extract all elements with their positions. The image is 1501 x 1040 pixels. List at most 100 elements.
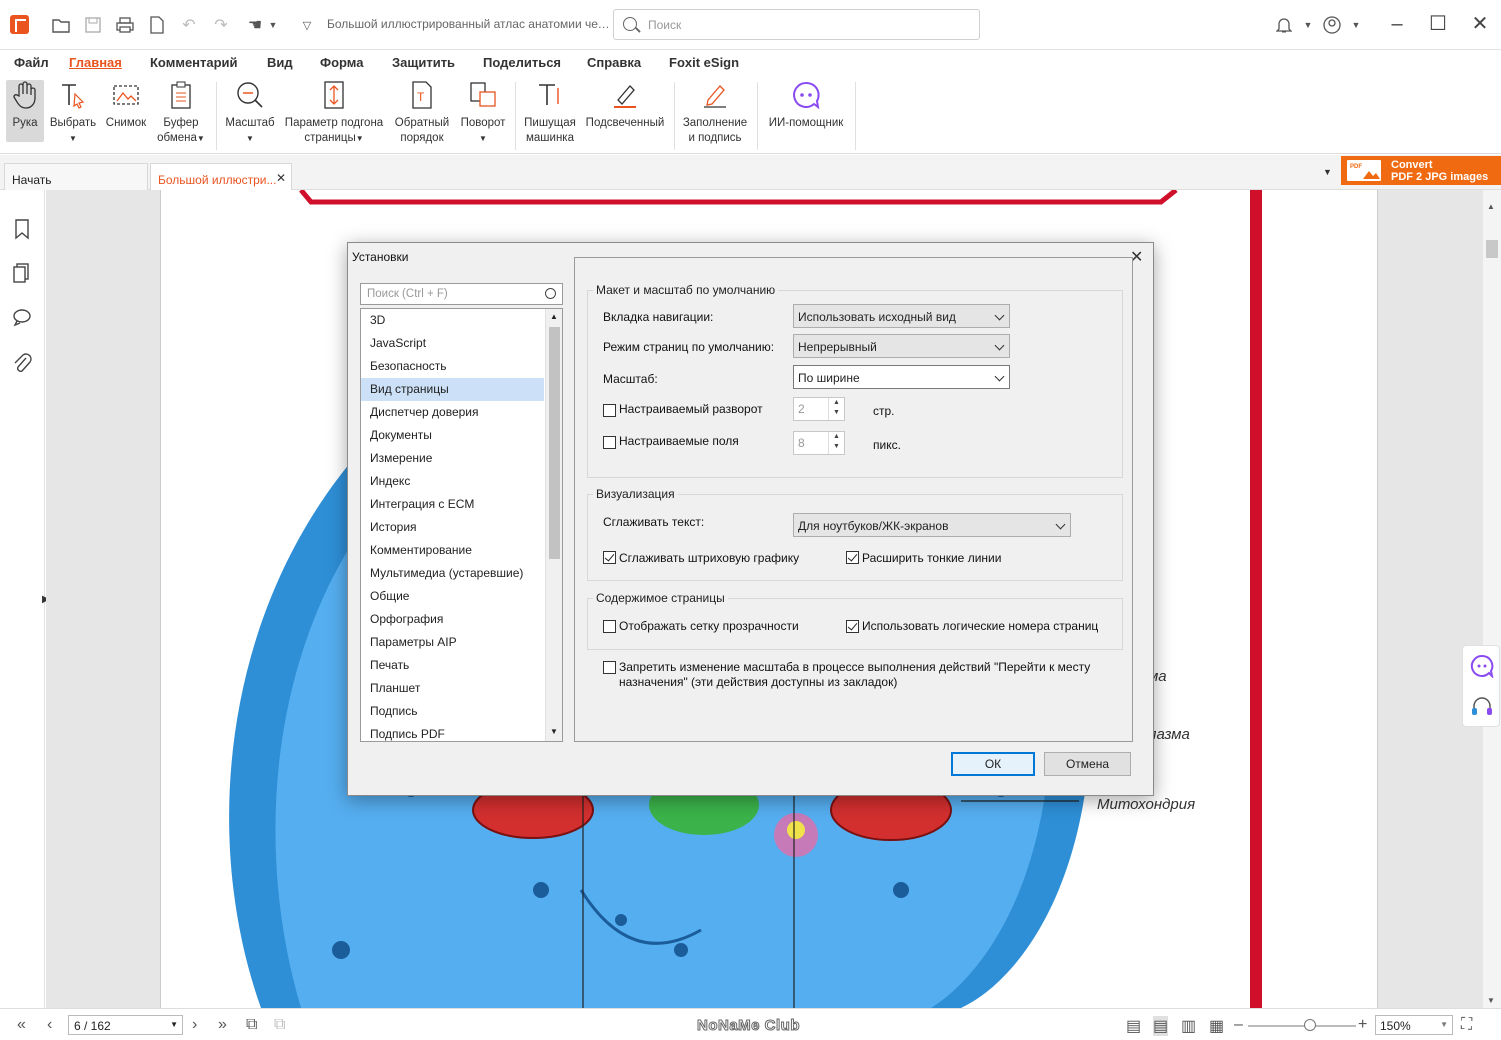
first-page-icon[interactable]: « — [17, 1016, 26, 1034]
scroll-up-arrow-icon[interactable]: ▲ — [1487, 202, 1495, 211]
search-input[interactable]: Поиск — [613, 9, 980, 40]
fullscreen-icon[interactable]: ⛶ — [1461, 1016, 1472, 1034]
chevron-down-icon[interactable]: ▼ — [1345, 14, 1367, 36]
category-scrollbar[interactable]: ▲ ▼ — [545, 309, 562, 741]
category-item[interactable]: Подпись — [361, 700, 544, 723]
smooth-text-select[interactable]: Для ноутбуков/ЖК-экранов — [793, 513, 1071, 537]
stepper-arrows[interactable]: ▲ ▼ — [828, 432, 844, 454]
last-page-icon[interactable]: » — [218, 1016, 227, 1034]
maximize-button[interactable]: ☐ — [1426, 12, 1450, 36]
category-item[interactable]: Безопасность — [361, 355, 544, 378]
category-list[interactable]: 3D JavaScript Безопасность Вид страницы Дисп… — [360, 308, 563, 742]
tabs-overflow-chevron-icon[interactable]: ▼ — [1323, 167, 1332, 177]
menu-help[interactable]: Справка — [587, 55, 641, 70]
highlight-button[interactable]: Подсвеченный — [583, 80, 667, 131]
menu-file[interactable]: Файл — [14, 55, 49, 70]
menu-foxit-esign[interactable]: Foxit eSign — [669, 55, 739, 70]
next-page-icon[interactable]: › — [192, 1016, 197, 1034]
category-item[interactable]: Мультимедиа (устаревшие) — [361, 562, 544, 585]
typewriter-button[interactable]: Пишущая машинка — [522, 80, 578, 146]
category-item[interactable]: Планшет — [361, 677, 544, 700]
page-number-input[interactable]: 6 / 162 ▼ — [68, 1015, 183, 1035]
transparency-grid-checkbox[interactable] — [603, 620, 616, 633]
tab-start[interactable]: Начать — [4, 163, 148, 190]
logical-page-numbers-checkbox[interactable] — [846, 620, 859, 633]
rotate-button[interactable]: Поворот ▼ — [457, 80, 509, 146]
customize-toolbar-icon[interactable]: ▽ — [296, 14, 318, 36]
single-page-view-icon[interactable]: ▤ — [1126, 1016, 1141, 1036]
continuous-view-icon[interactable]: ▤ — [1153, 1016, 1169, 1036]
category-item[interactable]: История — [361, 516, 544, 539]
category-item[interactable]: Орфография — [361, 608, 544, 631]
menu-view[interactable]: Вид — [267, 55, 293, 70]
open-folder-icon[interactable] — [50, 14, 72, 36]
fit-page-button[interactable]: Параметр подгона страницы▼ — [282, 80, 386, 146]
clipboard-button[interactable]: Буфер обмена▼ — [155, 80, 207, 146]
zoom-in-icon[interactable]: + — [1358, 1016, 1367, 1034]
cancel-button[interactable]: Отмена — [1044, 752, 1131, 776]
continuous-facing-view-icon[interactable]: ▦ — [1209, 1016, 1224, 1036]
scrollbar-thumb[interactable] — [1486, 240, 1498, 258]
smooth-line-art-checkbox[interactable] — [603, 551, 616, 564]
minimize-button[interactable]: – — [1385, 12, 1409, 36]
zoom-out-icon[interactable]: – — [1234, 1016, 1243, 1034]
category-item[interactable]: 3D — [361, 309, 544, 332]
zoom-select[interactable]: По ширине — [793, 365, 1010, 389]
enhance-thin-lines-checkbox[interactable] — [846, 551, 859, 564]
category-item[interactable]: Интеграция с ECM — [361, 493, 544, 516]
account-icon[interactable] — [1321, 14, 1343, 36]
menu-share[interactable]: Поделиться — [483, 55, 561, 70]
custom-margins-checkbox[interactable] — [603, 436, 616, 449]
category-item[interactable]: Документы — [361, 424, 544, 447]
save-icon[interactable] — [82, 14, 104, 36]
category-item[interactable]: Подпись PDF — [361, 723, 544, 741]
previous-page-icon[interactable]: ‹ — [47, 1016, 52, 1034]
comments-icon[interactable] — [12, 306, 32, 328]
redo-icon[interactable]: ↷ — [210, 14, 232, 36]
category-item[interactable]: Комментирование — [361, 539, 544, 562]
zoom-slider-thumb[interactable] — [1303, 1019, 1316, 1031]
forbid-zoom-change-checkbox[interactable] — [603, 661, 616, 674]
category-item[interactable]: Измерение — [361, 447, 544, 470]
close-window-button[interactable]: ✕ — [1468, 12, 1492, 36]
nav-tab-select[interactable]: Использовать исходный вид — [793, 304, 1010, 328]
insert-pages-icon[interactable]: ⧉ — [274, 1016, 285, 1034]
notifications-bell-icon[interactable] — [1273, 14, 1295, 36]
reverse-order-button[interactable]: T Обратный порядок — [393, 80, 451, 146]
ai-assistant-button[interactable]: ИИ-помощник — [764, 80, 848, 131]
vertical-scrollbar[interactable]: ▲ ▼ — [1483, 190, 1501, 1008]
facing-view-icon[interactable]: ▥ — [1181, 1016, 1196, 1036]
fill-and-sign-button[interactable]: Заполнение и подпись — [681, 80, 749, 146]
ai-support-headset-icon[interactable] — [1470, 695, 1494, 722]
bookmark-icon[interactable] — [12, 218, 32, 240]
snapshot-button[interactable]: Снимок — [103, 80, 149, 131]
menu-comment[interactable]: Комментарий — [150, 55, 238, 70]
category-item[interactable]: Общие — [361, 585, 544, 608]
convert-pdf-promo-button[interactable]: PDF Convert PDF 2 JPG images — [1341, 156, 1501, 185]
menu-home[interactable]: Главная — [69, 55, 122, 70]
ai-chat-icon[interactable] — [1470, 654, 1494, 681]
page-mode-select[interactable]: Непрерывный — [793, 334, 1010, 358]
chevron-down-icon[interactable]: ▼ — [1297, 14, 1319, 36]
category-item[interactable]: Параметры AIP — [361, 631, 544, 654]
chevron-down-icon[interactable]: ▼ — [262, 14, 284, 36]
tab-document[interactable]: Большой иллюстри... ✕ — [150, 163, 292, 190]
scroll-down-arrow-icon[interactable]: ▼ — [1487, 996, 1495, 1005]
select-tool-button[interactable]: Выбрать ▼ — [49, 80, 97, 146]
extract-pages-icon[interactable]: ⧉ — [246, 1016, 257, 1034]
custom-spread-checkbox[interactable] — [603, 404, 616, 417]
custom-margins-stepper[interactable]: 8 ▲ ▼ — [793, 431, 845, 455]
ok-button[interactable]: ОК — [951, 752, 1035, 776]
category-search-input[interactable]: Поиск (Ctrl + F) — [360, 283, 563, 305]
close-tab-icon[interactable]: ✕ — [276, 171, 286, 185]
stepper-arrows[interactable]: ▲ ▼ — [828, 398, 844, 420]
category-scrollbar-thumb[interactable] — [549, 327, 560, 559]
zoom-button[interactable]: Масштаб ▼ — [224, 80, 276, 146]
pages-icon[interactable] — [12, 262, 32, 284]
category-item[interactable]: Индекс — [361, 470, 544, 493]
category-item[interactable]: JavaScript — [361, 332, 544, 355]
print-icon[interactable] — [114, 14, 136, 36]
attachment-icon[interactable] — [12, 352, 32, 374]
category-item[interactable]: Печать — [361, 654, 544, 677]
scroll-up-arrow-icon[interactable]: ▲ — [550, 312, 558, 321]
